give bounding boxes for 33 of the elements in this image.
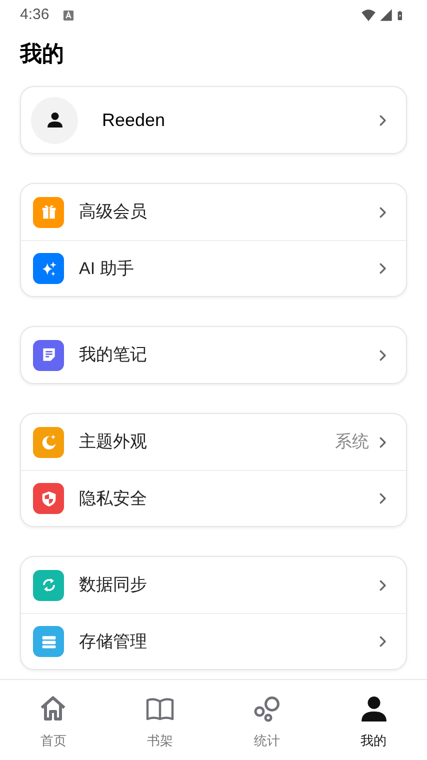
tab-label: 首页: [40, 732, 66, 750]
profile-card[interactable]: Reeden: [20, 86, 407, 154]
wifi-icon: [360, 8, 377, 22]
menu-label: 隐私安全: [79, 488, 148, 510]
tab[interactable]: 书架: [106, 680, 214, 760]
menu-label: 数据同步: [79, 574, 148, 596]
menu-value: 系统: [335, 431, 369, 454]
menu-item[interactable]: 主题外观 系统: [21, 414, 406, 470]
menu-label: 我的笔记: [79, 344, 148, 366]
menu-item[interactable]: 我的笔记: [21, 327, 406, 383]
tab-label: 书架: [147, 732, 174, 750]
signal-icon: [379, 8, 393, 22]
person-icon: [46, 111, 64, 129]
tab[interactable]: 统计: [214, 680, 320, 760]
tab[interactable]: 首页: [0, 680, 107, 760]
profile-name: Reeden: [102, 108, 166, 132]
menu-item[interactable]: 隐私安全: [21, 470, 406, 526]
page-title: 我的: [20, 40, 64, 68]
menu-label: 主题外观: [79, 431, 148, 454]
menu-item[interactable]: 数据同步: [21, 557, 406, 613]
menu-label: 存储管理: [79, 630, 148, 653]
notification-icon: [63, 10, 74, 20]
tab[interactable]: 我的: [320, 680, 427, 760]
menu-label: 高级会员: [79, 201, 148, 224]
menu-item[interactable]: AI 助手: [21, 240, 406, 296]
menu-item[interactable]: 高级会员: [21, 184, 406, 240]
tab-label: 统计: [254, 732, 280, 750]
person-icon: [358, 694, 389, 724]
circles-icon: [252, 694, 282, 724]
menu-item[interactable]: 存储管理: [21, 613, 406, 669]
menu-label: AI 助手: [79, 258, 135, 280]
status-time: 4:36: [20, 4, 50, 25]
tab-label: 我的: [360, 732, 387, 750]
